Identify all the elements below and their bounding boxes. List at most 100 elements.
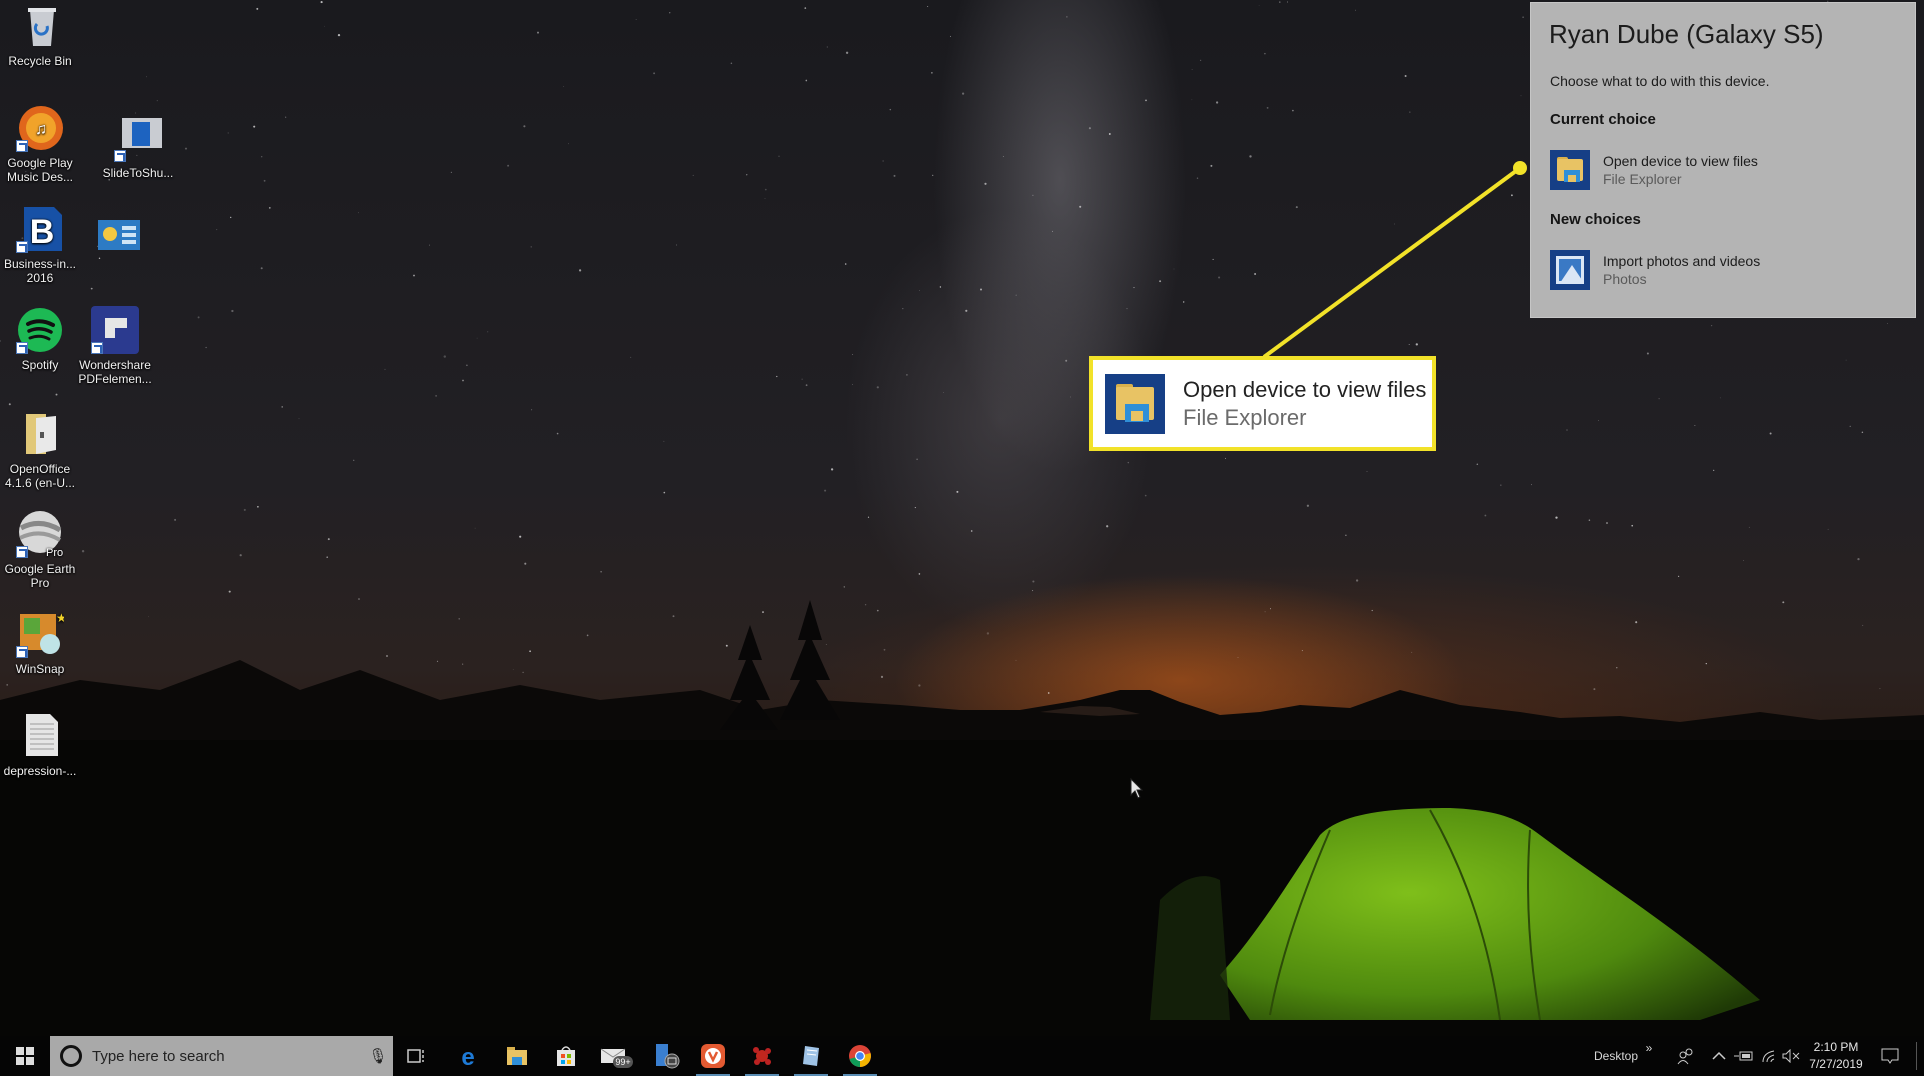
shortcut-arrow-icon xyxy=(16,140,28,152)
choice-import-photos[interactable]: Import photos and videos Photos xyxy=(1550,249,1890,291)
taskbar-file-explorer[interactable] xyxy=(497,1036,537,1076)
taskbar-edge[interactable]: e xyxy=(448,1036,488,1076)
desktop-icon-recycle-bin[interactable]: Recycle Bin xyxy=(0,2,80,68)
google-play-music-icon: ♫ xyxy=(16,104,64,152)
text-document-icon xyxy=(16,712,64,760)
dashboard-app-icon xyxy=(94,212,142,260)
start-button[interactable] xyxy=(0,1036,50,1076)
desktop-icon-label: Wondershare PDFelemen... xyxy=(78,358,152,386)
show-desktop-divider[interactable] xyxy=(1916,1042,1917,1070)
toolbar-overflow-chevron[interactable]: » xyxy=(1642,1028,1656,1068)
openoffice-folder-icon xyxy=(16,410,64,458)
file-explorer-icon xyxy=(507,1047,527,1065)
taskbar-store[interactable] xyxy=(546,1036,586,1076)
desktop-icon-pdfelement[interactable]: Wondershare PDFelemen... xyxy=(75,306,155,386)
battery-button[interactable] xyxy=(1732,1036,1756,1076)
volume-muted-icon xyxy=(1782,1049,1800,1063)
business-document-icon: B xyxy=(16,205,64,253)
taskbar-vivaldi[interactable] xyxy=(692,1036,734,1076)
shortcut-arrow-icon xyxy=(114,150,126,162)
recycle-bin-icon xyxy=(16,2,64,50)
desktop-icon-google-play-music[interactable]: ♫ Google Play Music Des... xyxy=(0,104,80,184)
red-app-icon xyxy=(753,1047,771,1065)
winsnap-icon: ★ xyxy=(16,610,67,658)
taskbar-search-box[interactable]: Type here to search 🎙 xyxy=(50,1036,393,1076)
desktop-icon-dashboard-app[interactable] xyxy=(78,212,158,264)
battery-charging-icon xyxy=(1734,1051,1753,1061)
mouse-cursor-icon xyxy=(1130,778,1144,799)
chevron-up-icon xyxy=(1712,1051,1726,1060)
svg-text:♫: ♫ xyxy=(35,121,47,138)
current-choice-heading: Current choice xyxy=(1550,111,1656,128)
desktop-icon-business-doc[interactable]: B Business-in... 2016 xyxy=(0,205,80,285)
callout-highlight: Open device to view files File Explorer xyxy=(1089,356,1436,451)
show-hidden-icons-button[interactable] xyxy=(1708,1036,1730,1076)
google-earth-pro-icon: Pro xyxy=(16,510,64,559)
taskbar-mail[interactable]: 99+ xyxy=(595,1036,639,1076)
shortcut-arrow-icon xyxy=(16,241,28,253)
desktop-icon-depression-doc[interactable]: depression-... xyxy=(0,712,80,778)
new-choices-heading: New choices xyxy=(1550,211,1641,228)
notification-icon xyxy=(1881,1048,1899,1064)
choice-action: Open device to view files xyxy=(1603,153,1758,169)
windows-logo-icon xyxy=(16,1047,34,1065)
taskbar-your-phone[interactable] xyxy=(646,1036,686,1076)
network-button[interactable] xyxy=(1758,1036,1780,1076)
clock-time: 2:10 PM xyxy=(1813,1040,1859,1054)
autoplay-title: Ryan Dube (Galaxy S5) xyxy=(1549,19,1824,49)
action-center-button[interactable] xyxy=(1872,1036,1908,1076)
microphone-icon[interactable]: 🎙 xyxy=(363,1047,393,1065)
photos-icon xyxy=(1550,250,1590,290)
desktop-icon-google-earth-pro[interactable]: Pro Google Earth Pro xyxy=(0,510,80,590)
autoplay-panel: Ryan Dube (Galaxy S5) Choose what to do … xyxy=(1530,2,1916,318)
cortana-icon xyxy=(60,1045,82,1067)
taskbar-task-view[interactable] xyxy=(397,1036,437,1076)
file-explorer-icon xyxy=(1105,373,1165,434)
search-placeholder: Type here to search xyxy=(92,1047,225,1065)
desktop-icon-label: depression-... xyxy=(3,764,77,778)
desktop-icon-label: Recycle Bin xyxy=(8,54,72,68)
callout-action: Open device to view files xyxy=(1183,376,1427,402)
choice-action: Import photos and videos xyxy=(1603,253,1761,269)
taskbar-red-app[interactable] xyxy=(741,1036,783,1076)
chrome-icon xyxy=(849,1045,871,1067)
svg-text:e: e xyxy=(461,1044,474,1068)
mail-icon: 99+ xyxy=(600,1048,633,1068)
shortcut-arrow-icon xyxy=(91,342,103,354)
phone-icon xyxy=(656,1044,680,1069)
taskbar-clock[interactable]: 2:10 PM 7/27/2019 xyxy=(1800,1039,1872,1073)
desktop-icon-label: Business-in... 2016 xyxy=(3,257,77,285)
wifi-icon xyxy=(1762,1050,1775,1063)
notepad-app-icon xyxy=(803,1046,819,1066)
desktop-toolbar[interactable]: Desktop xyxy=(1588,1036,1644,1076)
people-icon xyxy=(1677,1048,1693,1065)
vivaldi-icon xyxy=(701,1044,725,1068)
desktop-icon-winsnap[interactable]: ★ WinSnap xyxy=(0,610,80,676)
desktop-icon-spotify[interactable]: Spotify xyxy=(0,306,80,372)
file-explorer-icon xyxy=(1550,150,1590,190)
taskbar-chrome[interactable] xyxy=(839,1036,881,1076)
desktop-icon-label: Google Earth Pro xyxy=(4,562,76,590)
volume-button[interactable] xyxy=(1780,1036,1802,1076)
slide-to-shutdown-icon xyxy=(114,114,162,162)
desktop-icon-label: WinSnap xyxy=(15,662,65,676)
taskbar-notepad-app[interactable] xyxy=(790,1036,832,1076)
pdfelement-icon xyxy=(91,306,139,354)
desktop-icon-label: Spotify xyxy=(21,358,59,372)
svg-text:★: ★ xyxy=(56,611,64,625)
people-button[interactable] xyxy=(1670,1036,1702,1076)
autoplay-subtitle: Choose what to do with this device. xyxy=(1550,73,1770,89)
choice-open-device[interactable]: Open device to view files File Explorer xyxy=(1550,149,1890,191)
task-view-icon xyxy=(407,1049,424,1063)
edge-icon: e xyxy=(461,1044,474,1068)
desktop-icon-label: Google Play Music Des... xyxy=(6,156,73,184)
desktop-icon-openoffice[interactable]: OpenOffice 4.1.6 (en-U... xyxy=(0,410,80,490)
desktop-icon-label: SlideToShu... xyxy=(102,166,174,180)
callout-app: File Explorer xyxy=(1183,404,1307,430)
desktop-icon-slidetoshutdown[interactable]: SlideToShu... xyxy=(98,114,178,180)
svg-text:B: B xyxy=(30,213,55,251)
choice-app: File Explorer xyxy=(1603,171,1682,187)
spotify-icon xyxy=(16,306,64,354)
clock-date: 7/27/2019 xyxy=(1809,1057,1863,1071)
desktop-icon-label: OpenOffice 4.1.6 (en-U... xyxy=(4,462,76,490)
